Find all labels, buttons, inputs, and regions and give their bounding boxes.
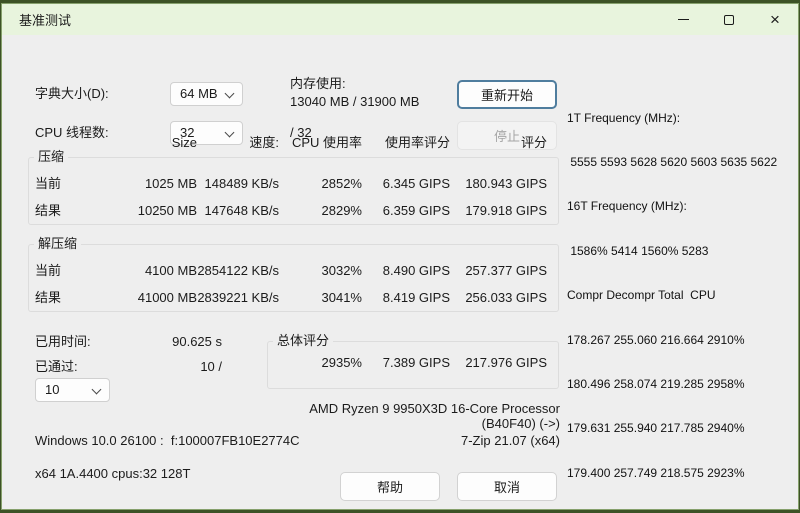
header-rating: 评分 [520,135,547,150]
cell-usage-rating: 6.345 GIPS [382,176,450,191]
cell-usage-rating: 6.359 GIPS [382,203,450,218]
dictionary-size-value: 64 MB [180,86,218,101]
results-table-header: Size 速度: CPU 使用率 使用率评分 评分 [29,130,547,156]
cell-cpu-usage: 3041% [321,290,362,305]
window-title: 基准测试 [19,13,72,28]
table-row: 当前 4100 MB 2854122 KB/s 3032% 8.490 GIPS… [29,257,558,284]
header-usage-rating: 使用率评分 [384,135,450,150]
header-speed: 速度: [249,135,279,150]
log-line: 16T Frequency (MHz): [567,199,687,214]
row-label: 结果 [35,203,62,218]
cell-size: 1025 MB [144,176,197,191]
log-line: 180.496 258.074 219.285 2958% [567,376,745,391]
log-line: Compr Decompr Total CPU [567,288,716,303]
elapsed-time-value: 90.625 s [172,334,222,349]
total-rating-group: 总体评分 2935% 7.389 GIPS 217.976 GIPS [267,332,559,389]
cell-rating: 180.943 GIPS [465,176,547,191]
total-rating-title: 总体评分 [273,332,334,350]
total-usage-rating: 7.389 GIPS [382,355,450,370]
dictionary-size-label: 字典大小(D): [35,86,109,101]
header-size: Size [171,135,197,150]
cell-usage-rating: 8.490 GIPS [382,263,450,278]
cpu-id-text: (B40F40) (->) [481,416,560,431]
memory-usage-label: 内存使用: [290,76,346,91]
cell-speed: 2854122 KB/s [197,263,279,278]
log-line: 179.400 257.749 218.575 2923% [567,465,745,480]
header-cpu-usage: CPU 使用率 [291,135,362,150]
table-row: 当前 1025 MB 148489 KB/s 2852% 6.345 GIPS … [29,170,558,197]
arch-info-text: x64 1A.4400 cpus:32 128T [35,466,191,481]
row-label: 当前 [35,263,62,278]
log-line: 1586% 5414 1560% 5283 [567,243,709,258]
passes-label: 已通过: [35,359,78,374]
cell-speed: 2839221 KB/s [197,290,279,305]
table-row: 结果 41000 MB 2839221 KB/s 3041% 8.419 GIP… [29,284,558,311]
title-bar: 基准测试 × [2,4,798,35]
compression-group-title: 压缩 [34,148,69,166]
close-button[interactable]: × [752,4,798,35]
cell-usage-rating: 8.419 GIPS [382,290,450,305]
maximize-button[interactable] [706,4,752,35]
passes-count-value: 10 [45,382,60,397]
passes-count-select[interactable]: 10 [35,378,110,402]
passes-row: 已通过: 10 / [35,354,222,380]
cell-cpu-usage: 3032% [321,263,362,278]
cell-rating: 256.033 GIPS [465,290,547,305]
cell-speed: 147648 KB/s [204,203,279,218]
minimize-icon [677,19,689,20]
total-cpu-usage: 2935% [321,355,362,370]
decompression-group-title: 解压缩 [34,235,82,253]
close-icon: × [770,10,780,29]
elapsed-time-label: 已用时间: [35,334,91,349]
chevron-down-icon [224,88,235,99]
cell-size: 41000 MB [137,290,197,305]
log-line: 5555 5593 5628 5620 5603 5635 5622 [567,154,778,169]
benchmark-log: 1T Frequency (MHz): 5555 5593 5628 5620 … [567,81,798,509]
cell-cpu-usage: 2852% [321,176,362,191]
cell-rating: 257.377 GIPS [465,263,547,278]
compression-group: 压缩 当前 1025 MB 148489 KB/s 2852% 6.345 GI… [28,148,559,225]
passes-value: 10 / [200,359,222,374]
log-line: 179.631 255.940 217.785 2940% [567,421,745,436]
memory-usage-value: 13040 MB / 31900 MB [290,94,420,109]
maximize-icon [724,14,734,25]
chevron-down-icon [91,384,102,395]
cell-size: 4100 MB [144,263,197,278]
minimize-button[interactable] [660,4,706,35]
cancel-button[interactable]: 取消 [457,472,557,501]
app-version-text: 7-Zip 21.07 (x64) [461,433,560,448]
log-line: 1T Frequency (MHz): [567,110,681,125]
help-button[interactable]: 帮助 [340,472,440,501]
decompression-group: 解压缩 当前 4100 MB 2854122 KB/s 3032% 8.490 … [28,235,559,312]
total-rating: 217.976 GIPS [465,355,547,370]
cell-speed: 148489 KB/s [204,176,279,191]
cell-cpu-usage: 2829% [321,203,362,218]
cpu-name-text: AMD Ryzen 9 9950X3D 16-Core Processor [309,401,560,416]
dictionary-size-select[interactable]: 64 MB [170,82,243,106]
cell-rating: 179.918 GIPS [465,203,547,218]
benchmark-dialog: 基准测试 × 字典大小(D): 64 MB 内存使用: 13040 MB / 3… [1,3,799,510]
window-controls: × [660,4,798,35]
row-label: 当前 [35,176,62,191]
elapsed-time-row: 已用时间: 90.625 s [35,329,222,355]
cell-size: 10250 MB [137,203,197,218]
row-label: 结果 [35,290,62,305]
log-line: 178.267 255.060 216.664 2910% [567,332,745,347]
restart-button[interactable]: 重新开始 [457,80,557,109]
dialog-content: 字典大小(D): 64 MB 内存使用: 13040 MB / 31900 MB… [2,35,798,509]
table-row: 结果 10250 MB 147648 KB/s 2829% 6.359 GIPS… [29,197,558,224]
